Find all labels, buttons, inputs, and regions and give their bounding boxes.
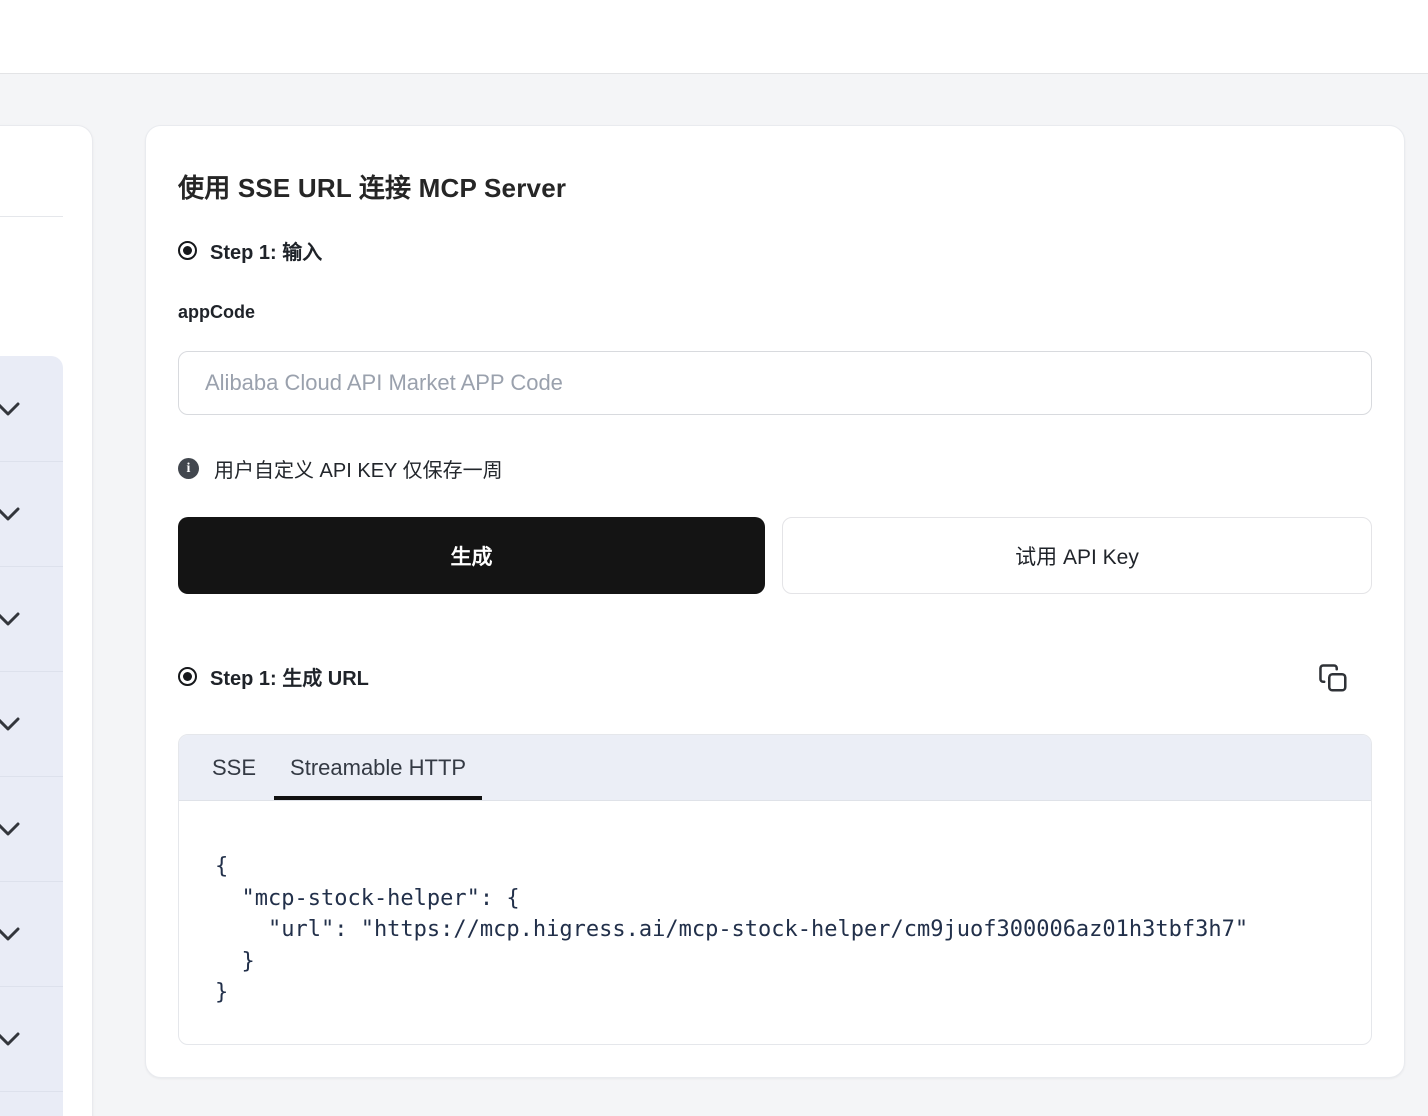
sidebar-card (0, 125, 93, 1116)
chevron-down-icon (0, 927, 20, 941)
chevron-down-icon (0, 507, 20, 521)
generate-button[interactable]: 生成 (178, 517, 765, 594)
step-1-heading: Step 1: 输入 (178, 236, 322, 265)
mcp-config-code[interactable]: { "mcp-stock-helper": { "url": "https://… (179, 801, 1371, 1009)
sidebar-accordion-list (0, 356, 63, 1116)
step-2-label: Step 1: 生成 URL (210, 668, 369, 690)
appcode-label: appCode (178, 302, 256, 322)
sidebar-accordion-item[interactable] (0, 566, 63, 671)
chevron-down-icon (0, 612, 20, 626)
step-bullet-icon (178, 667, 197, 686)
page-title: 使用 SSE URL 连接 MCP Server (178, 173, 567, 203)
sidebar-divider (0, 216, 63, 217)
chevron-down-icon (0, 402, 20, 415)
sidebar-accordion-item[interactable] (0, 1091, 63, 1116)
step-2-heading: Step 1: 生成 URL (178, 662, 369, 691)
url-code-panel: SSE Streamable HTTP { "mcp-stock-helper"… (178, 734, 1372, 1045)
chevron-down-icon (0, 1032, 20, 1046)
copy-url-button[interactable] (1317, 662, 1349, 694)
try-api-key-button[interactable]: 试用 API Key (782, 517, 1372, 594)
step-1-label: Step 1: 输入 (210, 242, 323, 264)
sidebar-accordion-item[interactable] (0, 881, 63, 986)
appcode-input[interactable] (178, 351, 1372, 415)
chevron-down-icon (0, 717, 20, 731)
info-icon: i (178, 458, 199, 479)
tab-sse[interactable]: SSE (196, 735, 272, 800)
chevron-down-icon (0, 822, 20, 836)
tab-streamable-http[interactable]: Streamable HTTP (274, 735, 483, 800)
sidebar-accordion-item[interactable] (0, 776, 63, 881)
top-header-strip (0, 0, 1428, 74)
copy-icon (1319, 664, 1347, 692)
step-bullet-icon (178, 241, 197, 260)
protocol-tabbar: SSE Streamable HTTP (179, 735, 1371, 801)
apikey-hint: i 用户自定义 API KEY 仅保存一周 (178, 454, 503, 483)
sidebar-accordion-item[interactable] (0, 356, 63, 461)
sidebar-accordion-item[interactable] (0, 461, 63, 566)
sidebar-accordion-item[interactable] (0, 986, 63, 1091)
apikey-hint-text: 用户自定义 API KEY 仅保存一周 (214, 460, 503, 482)
mcp-connect-panel: 使用 SSE URL 连接 MCP Server Step 1: 输入 appC… (145, 125, 1405, 1078)
sidebar-accordion-item[interactable] (0, 671, 63, 776)
